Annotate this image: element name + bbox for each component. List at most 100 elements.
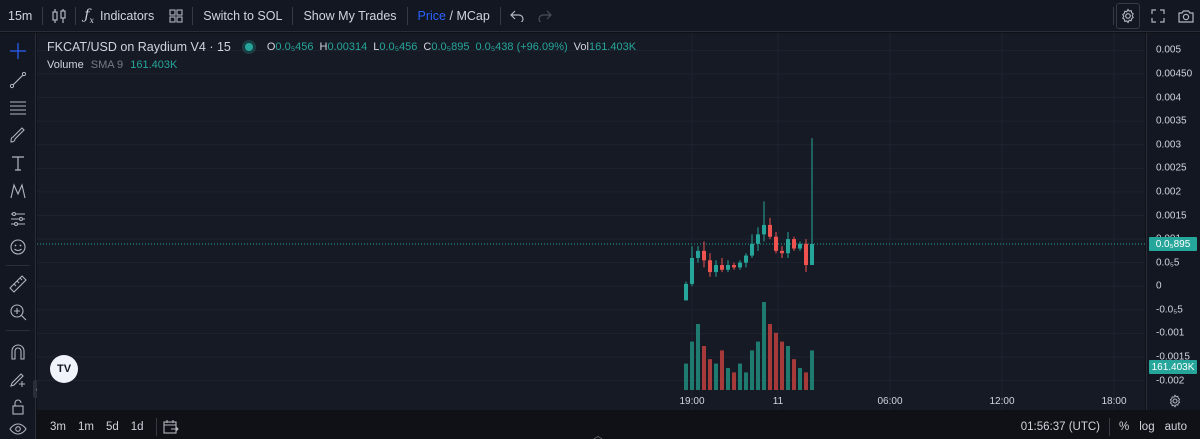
volume-bar bbox=[696, 324, 700, 390]
percent-scale-toggle[interactable]: % bbox=[1114, 421, 1134, 433]
templates-grid-icon[interactable] bbox=[162, 0, 190, 32]
candle-body bbox=[690, 257, 694, 284]
symbol-legend: FKCAT/USD on Raydium V4 · 15 O 0.0₅456 H0… bbox=[47, 40, 642, 54]
open-value: 0.0₅456 bbox=[275, 41, 314, 53]
candle-body bbox=[780, 250, 784, 254]
candle-body bbox=[744, 255, 748, 263]
price-option[interactable]: Price bbox=[418, 9, 446, 23]
volume-bar bbox=[714, 363, 718, 390]
volume-legend: Volume SMA 9 161.403K bbox=[47, 59, 177, 71]
price-tick-label: 0.004 bbox=[1156, 92, 1182, 104]
volume-bar bbox=[774, 332, 778, 390]
chevron-up-icon[interactable]: ︿ bbox=[593, 427, 603, 439]
fullscreen-icon[interactable] bbox=[1144, 0, 1172, 32]
switch-to-sol-button[interactable]: Switch to SOL bbox=[195, 0, 290, 32]
candle-body bbox=[732, 265, 736, 268]
candle-body bbox=[708, 260, 712, 273]
trend-line-icon[interactable] bbox=[6, 68, 30, 92]
volume-bar bbox=[792, 359, 796, 390]
range-1m-button[interactable]: 1m bbox=[72, 421, 100, 433]
ruler-icon[interactable] bbox=[6, 272, 30, 296]
change-value: 0.0₅438 (+96.09%) bbox=[475, 41, 568, 53]
volume-key: Vol bbox=[573, 41, 589, 53]
volume-bar bbox=[744, 372, 748, 390]
divider bbox=[406, 6, 408, 25]
indicators-button[interactable]: ƒx Indicators bbox=[78, 0, 162, 32]
divider bbox=[499, 6, 501, 25]
chart-pane[interactable]: FKCAT/USD on Raydium V4 · 15 O 0.0₅456 H0… bbox=[37, 33, 1145, 410]
time-tick-label: 19:00 bbox=[679, 396, 705, 407]
volume-ma-label: SMA 9 bbox=[90, 59, 124, 71]
divider bbox=[42, 6, 44, 25]
auto-scale-toggle[interactable]: auto bbox=[1160, 421, 1192, 433]
volume-bar bbox=[708, 359, 712, 390]
undo-icon[interactable] bbox=[503, 0, 531, 32]
camera-icon[interactable] bbox=[1172, 0, 1200, 32]
mcap-option[interactable]: MCap bbox=[456, 9, 489, 23]
volume-bar bbox=[756, 341, 760, 390]
price-tick-label: 0.00450 bbox=[1156, 68, 1193, 80]
range-3m-button[interactable]: 3m bbox=[44, 421, 72, 433]
volume-bar bbox=[762, 302, 766, 390]
stay-in-drawing-mode-icon[interactable] bbox=[6, 367, 30, 391]
price-tick-label: 0.0025 bbox=[1156, 162, 1187, 174]
volume-value: 161.403K bbox=[588, 41, 637, 53]
time-tick-label: 06:00 bbox=[877, 396, 903, 407]
candle-body bbox=[774, 236, 778, 251]
forecast-tool-icon[interactable] bbox=[6, 207, 30, 231]
range-buttons: 3m 1m 5d 1d bbox=[44, 414, 179, 439]
brush-icon[interactable] bbox=[6, 123, 30, 147]
candle-body bbox=[714, 265, 718, 273]
candle-body bbox=[696, 250, 700, 258]
volume-bar bbox=[726, 368, 730, 390]
volume-bar bbox=[684, 363, 688, 390]
text-tool-icon[interactable] bbox=[6, 151, 30, 175]
price-axis[interactable]: 0.005 0.00450 0.004 0.0035 0.003 0.0025 0.002 0… bbox=[1146, 33, 1200, 410]
candles-chart-type-icon[interactable] bbox=[45, 0, 73, 32]
interval-selector[interactable]: 15m bbox=[0, 0, 40, 32]
show-my-trades-button[interactable]: Show My Trades bbox=[295, 0, 404, 32]
divider bbox=[6, 330, 30, 331]
bottom-right-controls: 01:56:37 (UTC) % log auto bbox=[1016, 414, 1192, 439]
price-mcap-toggle[interactable]: Price / MCap bbox=[410, 0, 498, 32]
utc-clock[interactable]: 01:56:37 (UTC) bbox=[1016, 421, 1105, 433]
time-tick-label: 18:00 bbox=[1101, 396, 1127, 407]
price-chart bbox=[37, 33, 1145, 410]
low-value: 0.0₅456 bbox=[379, 41, 418, 53]
top-toolbar: 15m ƒx Indicators Switch to SOL Show My … bbox=[0, 0, 1200, 32]
volume-bar bbox=[750, 350, 754, 390]
date-range-icon[interactable] bbox=[163, 419, 179, 434]
symbol-title[interactable]: FKCAT/USD on Raydium V4 · 15 bbox=[47, 40, 231, 54]
emoji-icon[interactable] bbox=[6, 235, 30, 259]
fib-retracement-icon[interactable] bbox=[6, 95, 30, 119]
tradingview-logo[interactable]: TV bbox=[50, 355, 78, 383]
volume-bar bbox=[804, 372, 808, 390]
range-1d-button[interactable]: 1d bbox=[125, 421, 150, 433]
volume-bar bbox=[720, 350, 724, 390]
divider bbox=[1109, 417, 1111, 436]
divider bbox=[75, 6, 77, 25]
settings-button[interactable] bbox=[1116, 0, 1144, 32]
fx-icon: ƒx bbox=[84, 6, 95, 25]
magnet-icon[interactable] bbox=[6, 340, 30, 364]
price-tick-label: -0.001 bbox=[1156, 327, 1185, 339]
last-volume-label: 161.403K bbox=[1149, 360, 1197, 374]
price-tick-label: 0.0035 bbox=[1156, 115, 1187, 127]
time-tick-label: 12:00 bbox=[989, 396, 1015, 407]
close-key: C bbox=[423, 41, 432, 53]
pattern-icon[interactable] bbox=[6, 179, 30, 203]
divider bbox=[155, 417, 157, 436]
volume-indicator-name[interactable]: Volume bbox=[47, 59, 84, 71]
redo-icon[interactable] bbox=[531, 0, 559, 32]
price-tick-label: 0.0₅5 bbox=[1156, 257, 1180, 269]
price-tick-label: 0.005 bbox=[1156, 44, 1182, 56]
volume-bar bbox=[738, 363, 742, 390]
axis-settings-gear-icon[interactable] bbox=[1168, 394, 1182, 413]
crosshair-icon[interactable] bbox=[6, 39, 30, 63]
range-5d-button[interactable]: 5d bbox=[100, 421, 125, 433]
last-price-label: 0.0₅895 bbox=[1149, 237, 1197, 252]
volume-bar bbox=[702, 346, 706, 390]
zoom-in-icon[interactable] bbox=[6, 300, 30, 324]
candle-body bbox=[750, 243, 754, 256]
log-scale-toggle[interactable]: log bbox=[1134, 421, 1159, 433]
